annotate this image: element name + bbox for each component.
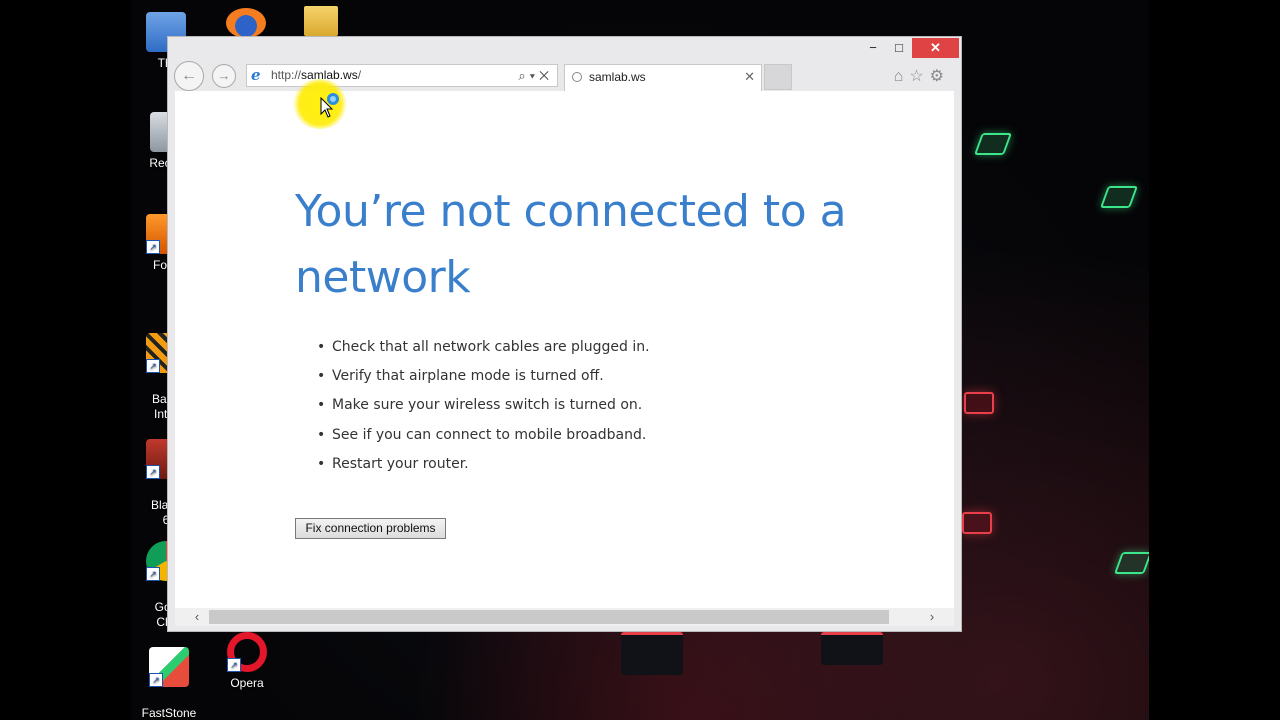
shortcut-arrow-icon: ↗ bbox=[227, 658, 241, 672]
shortcut-arrow-icon: ↗ bbox=[146, 465, 160, 479]
page-content: You’re not connected to a network Check … bbox=[175, 91, 954, 608]
new-tab-button[interactable] bbox=[764, 64, 792, 90]
decorative-cube bbox=[964, 392, 994, 414]
scroll-right-icon[interactable]: › bbox=[922, 608, 942, 626]
shortcut-arrow-icon: ↗ bbox=[149, 673, 163, 687]
fix-connection-button[interactable]: Fix connection problems bbox=[295, 518, 446, 539]
navigation-bar: ← → e http://samlab.ws/ ⌕▾✕ samlab.ws ✕ … bbox=[174, 61, 954, 91]
tab-close-icon[interactable]: ✕ bbox=[744, 65, 755, 89]
decorative-cube bbox=[1099, 186, 1139, 208]
firefox-icon[interactable] bbox=[226, 8, 266, 38]
opera-icon: ↗ bbox=[227, 632, 267, 672]
decorative-block bbox=[621, 632, 683, 675]
horizontal-scrollbar[interactable]: ‹ › bbox=[175, 608, 954, 626]
scrollbar-thumb[interactable] bbox=[209, 610, 889, 624]
settings-icon[interactable]: ⚙ bbox=[930, 68, 950, 85]
url-scheme: http:// bbox=[271, 68, 302, 82]
dropdown-icon[interactable]: ▾ bbox=[530, 68, 539, 83]
desktop-icon-opera[interactable]: ↗ Opera bbox=[212, 632, 282, 691]
forward-button[interactable]: → bbox=[212, 64, 236, 88]
address-bar[interactable]: e http://samlab.ws/ ⌕▾✕ bbox=[246, 64, 558, 87]
list-item: Verify that airplane mode is turned off. bbox=[315, 366, 650, 395]
internet-explorer-icon: e bbox=[251, 66, 261, 84]
list-item: See if you can connect to mobile broadba… bbox=[315, 425, 650, 454]
desktop-icon-faststone[interactable]: ↗ FastStone Capture bbox=[134, 632, 204, 720]
url-path: / bbox=[357, 68, 362, 82]
desktop-icon-label: Opera bbox=[230, 676, 264, 690]
desktop-icon-label: FastStone Capture bbox=[141, 706, 197, 720]
shortcut-arrow-icon: ↗ bbox=[146, 359, 160, 373]
decorative-block bbox=[821, 632, 883, 665]
address-tools: ⌕▾✕ bbox=[518, 65, 553, 86]
window-controls: − □ ✕ bbox=[860, 38, 959, 58]
folder-icon[interactable] bbox=[304, 6, 338, 36]
tab-title: samlab.ws bbox=[589, 70, 646, 84]
list-item: Make sure your wireless switch is turned… bbox=[315, 395, 650, 424]
troubleshooting-list: Check that all network cables are plugge… bbox=[315, 337, 650, 483]
browser-window: − □ ✕ ← → e http://samlab.ws/ ⌕▾✕ samlab… bbox=[167, 36, 962, 632]
decorative-cube bbox=[973, 133, 1013, 155]
shortcut-arrow-icon: ↗ bbox=[146, 567, 160, 581]
toolbar-icons: ⌂☆⚙ bbox=[894, 66, 950, 86]
scroll-left-icon[interactable]: ‹ bbox=[187, 608, 207, 626]
decorative-cube bbox=[1113, 552, 1149, 574]
faststone-capture-icon: ↗ bbox=[149, 647, 189, 687]
busy-indicator-icon bbox=[327, 93, 339, 105]
maximize-button[interactable]: □ bbox=[886, 38, 912, 58]
back-button[interactable]: ← bbox=[174, 61, 204, 91]
search-icon[interactable]: ⌕ bbox=[518, 68, 529, 83]
list-item: Restart your router. bbox=[315, 454, 650, 483]
minimize-button[interactable]: − bbox=[860, 38, 886, 58]
list-item: Check that all network cables are plugge… bbox=[315, 337, 650, 366]
close-button[interactable]: ✕ bbox=[912, 38, 959, 58]
stop-icon[interactable]: ✕ bbox=[539, 68, 553, 83]
decorative-cube bbox=[962, 512, 992, 534]
favorites-icon[interactable]: ☆ bbox=[909, 68, 929, 85]
home-icon[interactable]: ⌂ bbox=[894, 68, 910, 85]
page-title: You’re not connected to a network bbox=[295, 186, 847, 303]
shortcut-arrow-icon: ↗ bbox=[146, 240, 160, 254]
loading-icon bbox=[572, 72, 582, 82]
browser-tab[interactable]: samlab.ws ✕ bbox=[564, 64, 762, 91]
